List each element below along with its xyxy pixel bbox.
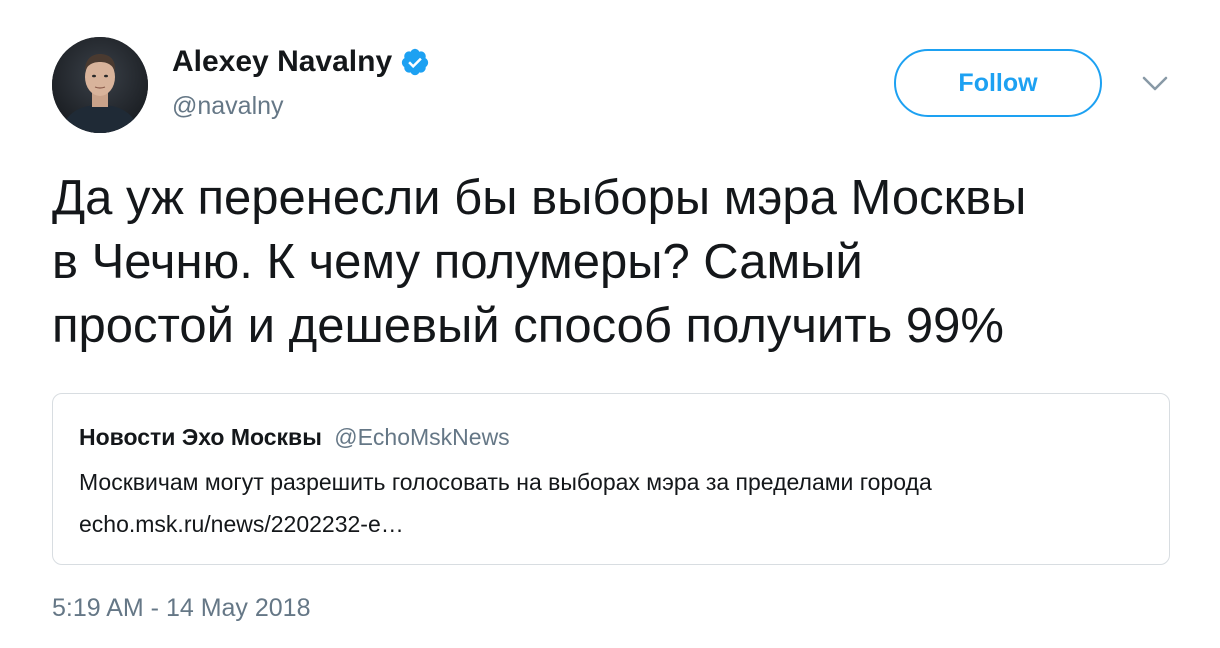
quoted-tweet-text: Москвичам могут разрешить голосовать на … xyxy=(79,469,932,495)
chevron-down-icon[interactable] xyxy=(1140,73,1170,95)
quoted-tweet-card[interactable]: Новости Эхо Москвы @EchoMskNews Москвича… xyxy=(52,393,1170,565)
quoted-tweet-header: Новости Эхо Москвы @EchoMskNews xyxy=(79,424,510,451)
author-name-row[interactable]: Alexey Navalny xyxy=(172,42,430,82)
quoted-tweet-author-name: Новости Эхо Москвы xyxy=(79,424,322,450)
avatar[interactable] xyxy=(52,37,148,133)
quoted-tweet-link[interactable]: echo.msk.ru/news/2202232-e… xyxy=(79,511,404,538)
author-display-name[interactable]: Alexey Navalny xyxy=(172,45,392,79)
follow-button[interactable]: Follow xyxy=(894,49,1102,117)
tweet-text: Да уж перенесли бы выборы мэра Москвы в … xyxy=(52,166,1192,358)
tweet-text-line: Да уж перенесли бы выборы мэра Москвы xyxy=(52,171,1027,225)
verified-badge-icon xyxy=(400,47,430,77)
quoted-tweet-username: @EchoMskNews xyxy=(334,424,510,450)
tweet-timestamp[interactable]: 5:19 AM - 14 May 2018 xyxy=(52,594,310,623)
tweet-text-line: простой и дешевый способ получить 99% xyxy=(52,299,1004,353)
avatar-photo xyxy=(52,37,148,133)
tweet-text-line: в Чечню. К чему полумеры? Самый xyxy=(52,235,863,289)
author-username[interactable]: @navalny xyxy=(172,92,284,121)
